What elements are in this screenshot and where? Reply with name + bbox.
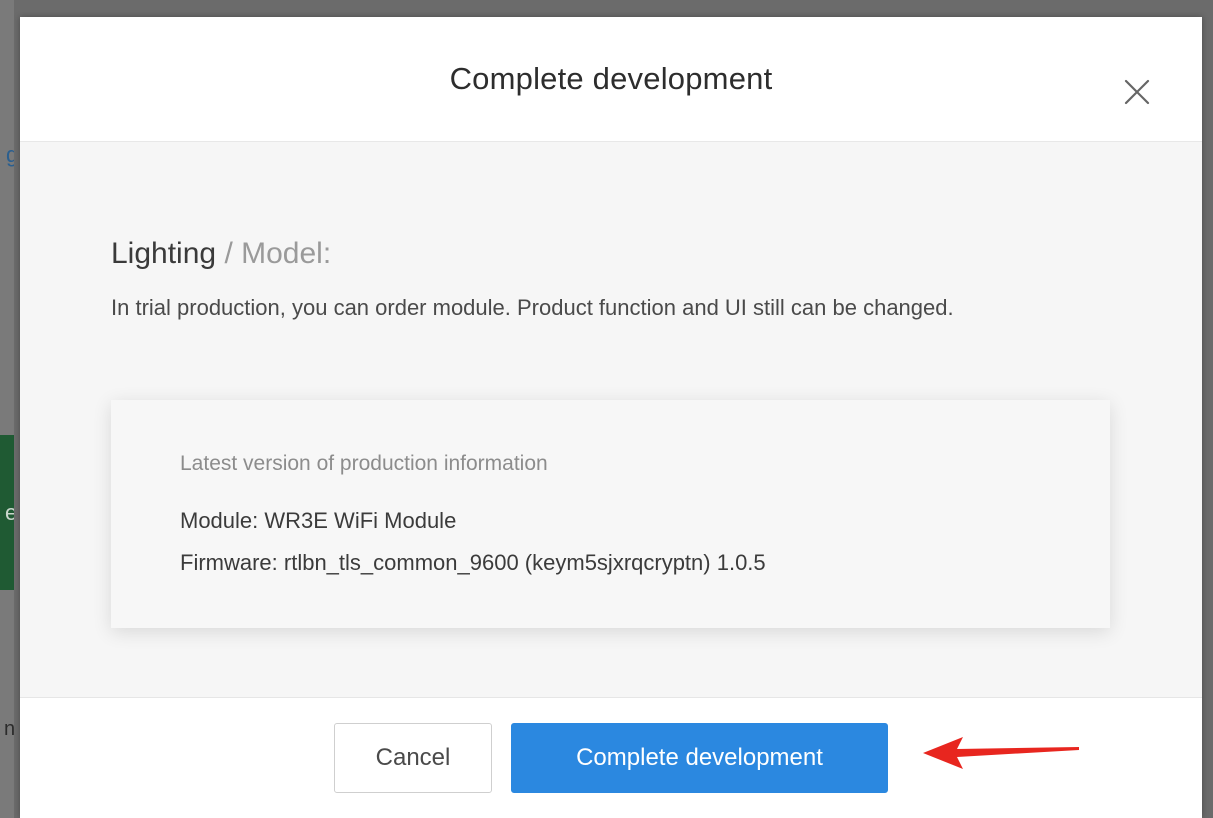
breadcrumb-category: Lighting <box>111 237 217 270</box>
red-arrow-annotation-icon <box>923 733 1079 773</box>
cancel-button[interactable]: Cancel <box>334 723 492 793</box>
dialog-header: Complete development <box>20 17 1202 142</box>
complete-development-dialog: Complete development Lighting / Model: I… <box>20 17 1202 818</box>
background-strip: g e n <box>0 0 14 818</box>
close-icon[interactable] <box>1120 75 1154 109</box>
dialog-title: Complete development <box>449 61 773 96</box>
dialog-body: Lighting / Model: In trial production, y… <box>20 142 1202 697</box>
breadcrumb: Lighting / Model: <box>111 237 331 271</box>
module-info: Module: WR3E WiFi Module <box>180 508 457 533</box>
breadcrumb-model: Model: <box>241 237 332 270</box>
background-green-text-fragment: e <box>5 500 14 525</box>
production-info-card: Latest version of production information… <box>111 400 1110 628</box>
dialog-description: In trial production, you can order modul… <box>111 295 954 320</box>
background-link-fragment: g <box>6 142 14 167</box>
dialog-footer: Cancel Complete development <box>20 697 1202 818</box>
production-info-heading: Latest version of production information <box>180 452 548 475</box>
firmware-info: Firmware: rtlbn_tls_common_9600 (keym5sj… <box>180 550 766 575</box>
breadcrumb-separator: / <box>224 237 233 270</box>
complete-development-button[interactable]: Complete development <box>511 723 888 793</box>
background-text-fragment: n <box>4 718 14 740</box>
